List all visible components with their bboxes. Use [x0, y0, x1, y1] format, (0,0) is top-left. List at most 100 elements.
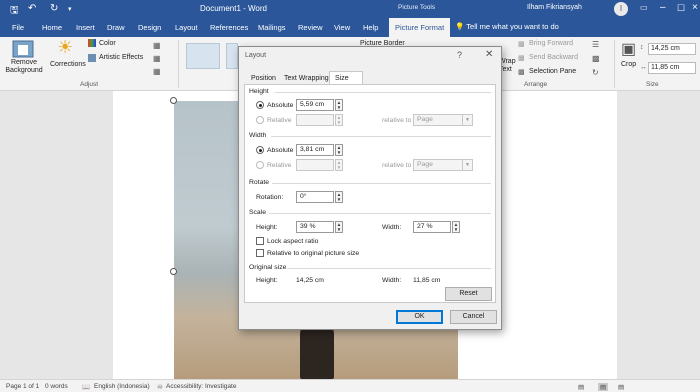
height-absolute-spinner[interactable]: ▲ ▼: [335, 99, 343, 111]
corrections-icon: ☀: [57, 37, 74, 57]
width-absolute-label: Absolute: [267, 147, 294, 154]
help-icon[interactable]: ?: [457, 50, 462, 60]
print-layout-icon[interactable]: ▤: [598, 383, 609, 391]
tab-references[interactable]: References: [210, 23, 248, 32]
shape-width-icon: ↔: [640, 64, 647, 71]
scale-height-spinner[interactable]: ▲ ▼: [335, 221, 343, 233]
height-relative-to-select[interactable]: Page ▼: [413, 114, 473, 126]
tab-layout[interactable]: Layout: [175, 23, 198, 32]
status-bar: Page 1 of 1 0 words 📖 English (Indonesia…: [0, 379, 700, 392]
cancel-button[interactable]: Cancel: [450, 310, 497, 324]
tab-file[interactable]: File: [12, 23, 24, 32]
language-indicator[interactable]: English (Indonesia): [94, 383, 150, 390]
width-relative-label: Relative: [267, 162, 292, 169]
tab-view[interactable]: View: [334, 23, 350, 32]
reset-picture-icon[interactable]: ▦: [153, 67, 161, 76]
tab-text-wrapping[interactable]: Text Wrapping: [278, 71, 335, 84]
original-size-section-title: Original size: [249, 264, 287, 271]
title-bar: 🖫 ↶ ↻ ▾ Document1 - Word Picture Tools I…: [0, 0, 700, 18]
ribbon-options-icon[interactable]: ▭: [640, 3, 648, 12]
width-relative-radio[interactable]: [256, 161, 264, 169]
resize-handle[interactable]: [170, 97, 177, 104]
remove-background-button[interactable]: Remove Background: [4, 59, 44, 75]
proofing-icon[interactable]: 📖: [82, 383, 90, 391]
close-icon[interactable]: ✕: [485, 49, 493, 60]
focus-mode-icon[interactable]: ▤: [578, 383, 584, 391]
color-icon: [88, 39, 96, 47]
original-width-value: 11,85 cm: [413, 277, 441, 284]
height-absolute-field[interactable]: 5,59 cm: [296, 99, 334, 111]
compress-pictures-icon[interactable]: ▦: [153, 41, 161, 50]
crop-button[interactable]: Crop: [621, 61, 636, 68]
tab-insert[interactable]: Insert: [76, 23, 95, 32]
group-icon[interactable]: ▩: [592, 54, 600, 63]
chevron-down-icon[interactable]: ▾: [68, 5, 72, 13]
maximize-icon[interactable]: ☐: [677, 3, 685, 14]
scale-width-spinner[interactable]: ▲ ▼: [452, 221, 460, 233]
resize-handle[interactable]: [170, 268, 177, 275]
rotation-field[interactable]: 0°: [296, 191, 334, 203]
height-relative-radio[interactable]: [256, 116, 264, 124]
send-backward-button[interactable]: Send Backward: [529, 54, 578, 61]
selection-pane-button[interactable]: Selection Pane: [529, 68, 576, 75]
page-count[interactable]: Page 1 of 1: [6, 383, 39, 390]
section-divider: [272, 183, 491, 184]
tab-picture-format[interactable]: Picture Format: [389, 18, 451, 37]
word-count[interactable]: 0 words: [45, 383, 68, 390]
tab-size[interactable]: Size: [329, 71, 363, 85]
width-absolute-field[interactable]: 3,81 cm: [296, 144, 334, 156]
scale-height-field[interactable]: 39 %: [296, 221, 334, 233]
picture-style-thumbnail[interactable]: [226, 43, 238, 69]
scale-height-label: Height:: [256, 224, 278, 231]
user-name[interactable]: Ilham Fikriansyah: [527, 4, 582, 11]
width-relative-field[interactable]: [296, 159, 334, 171]
web-layout-icon[interactable]: ▤: [618, 383, 624, 391]
width-absolute-radio[interactable]: [256, 146, 264, 154]
width-relative-to-select[interactable]: Page ▼: [413, 159, 473, 171]
lock-aspect-ratio-checkbox[interactable]: [256, 237, 264, 245]
tab-home[interactable]: Home: [42, 23, 62, 32]
size-group-label: Size: [646, 81, 659, 88]
color-button[interactable]: Color: [99, 40, 116, 47]
accessibility-status[interactable]: Accessibility: Investigate: [166, 383, 236, 390]
avatar[interactable]: I: [614, 2, 628, 16]
chevron-down-icon: ▼: [462, 160, 472, 170]
undo-icon[interactable]: ↶: [28, 3, 36, 14]
shape-height-field[interactable]: 14,25 cm: [648, 43, 696, 55]
bring-forward-button[interactable]: Bring Forward: [529, 40, 573, 47]
tab-help[interactable]: Help: [363, 23, 378, 32]
send-backward-icon: ▩: [518, 55, 525, 62]
width-absolute-spinner[interactable]: ▲ ▼: [335, 144, 343, 156]
tab-position[interactable]: Position: [245, 71, 282, 84]
tell-me-label: Tell me what you want to do: [466, 22, 559, 31]
artistic-effects-button[interactable]: Artistic Effects: [99, 54, 143, 61]
tell-me-search[interactable]: 💡 Tell me what you want to do: [455, 22, 559, 31]
rotate-icon[interactable]: ↻: [592, 68, 599, 77]
shape-height-icon: ↕: [640, 44, 644, 51]
rotation-spinner[interactable]: ▲ ▼: [335, 191, 343, 203]
lightbulb-icon: 💡: [455, 22, 465, 31]
minimize-icon[interactable]: –: [660, 2, 666, 13]
change-picture-icon[interactable]: ▦: [153, 54, 161, 63]
reset-button[interactable]: Reset: [445, 287, 492, 301]
height-relative-spinner[interactable]: ▲ ▼: [335, 114, 343, 126]
scale-width-field[interactable]: 27 %: [413, 221, 451, 233]
section-divider: [287, 268, 491, 269]
close-icon[interactable]: ×: [692, 2, 698, 13]
tab-review[interactable]: Review: [298, 23, 323, 32]
height-absolute-radio[interactable]: [256, 101, 264, 109]
height-relative-field[interactable]: [296, 114, 334, 126]
tab-draw[interactable]: Draw: [107, 23, 125, 32]
redo-icon[interactable]: ↻: [50, 3, 58, 14]
corrections-button[interactable]: Corrections: [50, 61, 86, 68]
tab-mailings[interactable]: Mailings: [258, 23, 286, 32]
shape-width-field[interactable]: 11,85 cm: [648, 62, 696, 74]
picture-style-thumbnail[interactable]: [186, 43, 220, 69]
tab-design[interactable]: Design: [138, 23, 161, 32]
width-relative-spinner[interactable]: ▲ ▼: [335, 159, 343, 171]
document-title: Document1 - Word: [200, 4, 267, 13]
relative-original-size-checkbox[interactable]: [256, 249, 264, 257]
layout-dialog: Layout ? ✕ Position Text Wrapping Size H…: [238, 46, 502, 330]
align-icon[interactable]: ☰: [592, 40, 599, 49]
ok-button[interactable]: OK: [396, 310, 443, 324]
